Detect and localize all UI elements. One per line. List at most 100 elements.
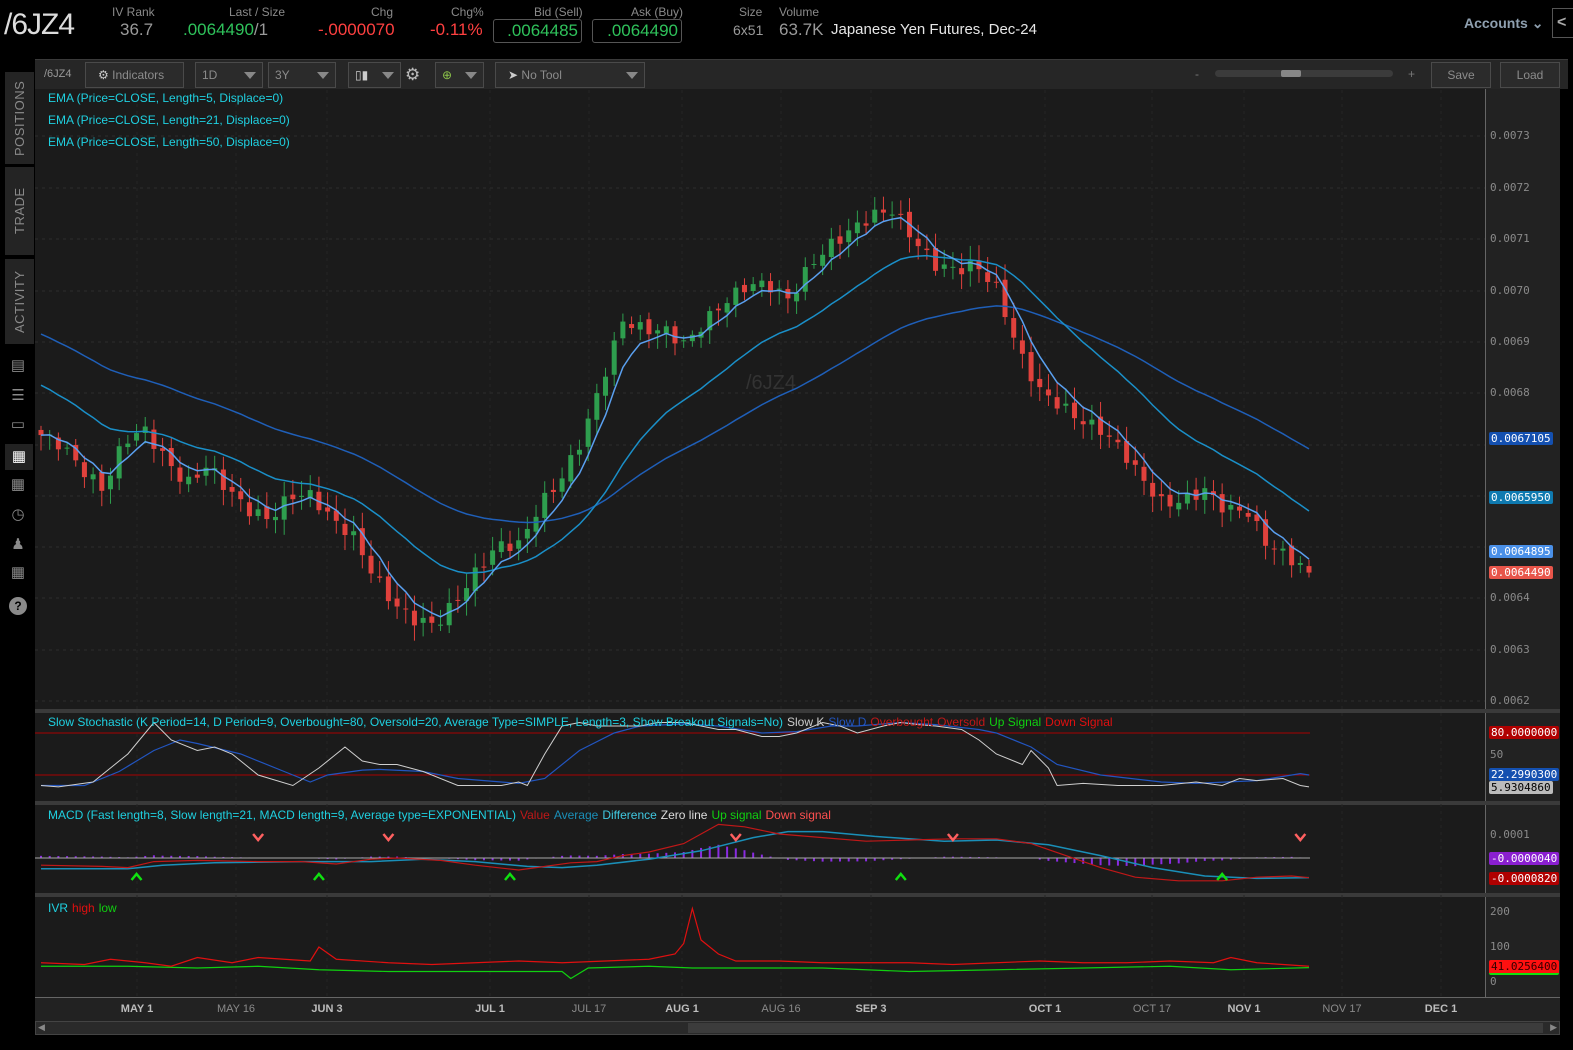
candle-down xyxy=(898,213,904,215)
price-tick: 0.0068 xyxy=(1490,386,1530,399)
candle-up xyxy=(516,540,522,549)
stoch-tick: 50 xyxy=(1490,748,1504,761)
candle-up xyxy=(811,263,817,265)
candle-up xyxy=(1297,563,1303,565)
ivr-low-line xyxy=(41,965,1310,980)
candle-down xyxy=(924,248,930,251)
ema50-label: EMA (Price=CLOSE, Length=50, Displace=0) xyxy=(48,135,290,149)
price-tick: 0.0062 xyxy=(1490,694,1530,707)
candle-down xyxy=(646,319,652,335)
candle-down xyxy=(1019,340,1025,354)
macd-up-signal-arrow xyxy=(894,872,907,881)
candle-up xyxy=(733,287,739,305)
legend-slow-k: Slow K xyxy=(787,715,825,729)
candle-down xyxy=(933,247,939,271)
candle-down xyxy=(229,487,235,492)
candle-down xyxy=(993,281,999,283)
macd-down-signal-arrow xyxy=(729,833,742,842)
candle-down xyxy=(1011,318,1017,338)
candle-down xyxy=(368,555,374,574)
date-tick: SEP 3 xyxy=(855,1003,887,1015)
candle-down xyxy=(837,236,843,244)
date-tick: JUL 1 xyxy=(475,1003,505,1015)
candle-up xyxy=(611,340,617,375)
candle-up xyxy=(846,230,852,243)
candle-up xyxy=(559,478,565,492)
candle-down xyxy=(342,523,348,536)
candle-down xyxy=(1028,352,1034,382)
date-tick: AUG 1 xyxy=(665,1003,699,1015)
macd-down-signal-arrow xyxy=(1294,833,1307,842)
candle-down xyxy=(1141,466,1147,481)
candle-down xyxy=(325,507,331,512)
candle-up xyxy=(272,516,278,521)
candle-up xyxy=(255,509,261,516)
candle-down xyxy=(403,608,409,610)
ema5-value-tag: 0.0064895 xyxy=(1489,545,1553,558)
candle-up xyxy=(524,528,530,539)
candle-down xyxy=(290,494,296,500)
date-tick: NOV 1 xyxy=(1227,1003,1261,1015)
candle-up xyxy=(828,238,834,258)
candle-up xyxy=(281,496,287,520)
overbought-tag: 80.0000000 xyxy=(1489,726,1560,739)
macd-up-signal-arrow xyxy=(504,872,516,881)
macd-down-signal-arrow xyxy=(382,833,395,842)
price-tick: 0.0070 xyxy=(1490,284,1530,297)
candle-down xyxy=(455,599,461,601)
stochastic-title: Slow Stochastic (K Period=14, D Period=9… xyxy=(48,715,783,729)
date-tick: JUN 3 xyxy=(311,1003,343,1015)
slow-k-tag: 5.9304860 xyxy=(1489,781,1553,794)
candle-down xyxy=(1271,548,1277,550)
candle-down xyxy=(629,324,635,329)
candle-up xyxy=(490,550,496,565)
candle-down xyxy=(863,223,869,226)
candle-down xyxy=(220,469,226,490)
date-tick: OCT 1 xyxy=(1028,1003,1062,1015)
candle-up xyxy=(941,264,947,269)
legend-zero-line: Zero line xyxy=(660,808,708,822)
macd-value-tag: -0.0000820 xyxy=(1489,872,1560,885)
candle-up xyxy=(420,617,426,623)
candle-down xyxy=(377,576,383,578)
candle-up xyxy=(950,266,956,268)
stochastic-legend: Slow Stochastic (K Period=14, D Period=9… xyxy=(48,715,1117,729)
candle-up xyxy=(854,222,860,234)
date-tick: AUG 16 xyxy=(761,1003,801,1015)
candle-down xyxy=(394,598,400,607)
candle-up xyxy=(655,330,661,334)
candle-down xyxy=(550,489,556,493)
candle-up xyxy=(585,418,591,447)
candle-up xyxy=(1228,505,1234,510)
slow-d-tag: 22.2990300 xyxy=(1489,768,1560,781)
ivr-tick: 0 xyxy=(1490,975,1497,988)
last-price-tag: 0.0064490 xyxy=(1489,566,1553,579)
candle-up xyxy=(889,214,895,216)
candle-up xyxy=(186,476,192,485)
candle-up xyxy=(446,602,452,626)
candle-up xyxy=(351,531,357,536)
candle-down xyxy=(481,566,487,568)
candle-up xyxy=(125,443,131,448)
candle-up xyxy=(472,567,478,592)
ivr-legend: IVR high low xyxy=(48,901,121,915)
candle-up xyxy=(1176,502,1182,510)
candle-down xyxy=(1072,402,1078,419)
candle-up xyxy=(724,303,730,313)
candle-down xyxy=(429,616,435,623)
candle-up xyxy=(689,334,695,342)
macd-up-signal-arrow xyxy=(312,872,325,881)
candle-up xyxy=(820,254,826,266)
candle-down xyxy=(194,474,200,478)
legend-down-signal: Down signal xyxy=(765,808,831,822)
candle-down xyxy=(1132,460,1138,465)
candle-up xyxy=(498,541,504,553)
candle-down xyxy=(411,610,417,626)
candle-up xyxy=(134,433,140,441)
date-tick: NOV 17 xyxy=(1322,1003,1362,1015)
macd-legend: MACD (Fast length=8, Slow length=21, MAC… xyxy=(48,808,835,822)
candle-down xyxy=(385,576,391,602)
price-tick: 0.0073 xyxy=(1490,129,1530,142)
ema21-value-tag: 0.0065950 xyxy=(1489,491,1553,504)
candle-up xyxy=(64,447,70,449)
